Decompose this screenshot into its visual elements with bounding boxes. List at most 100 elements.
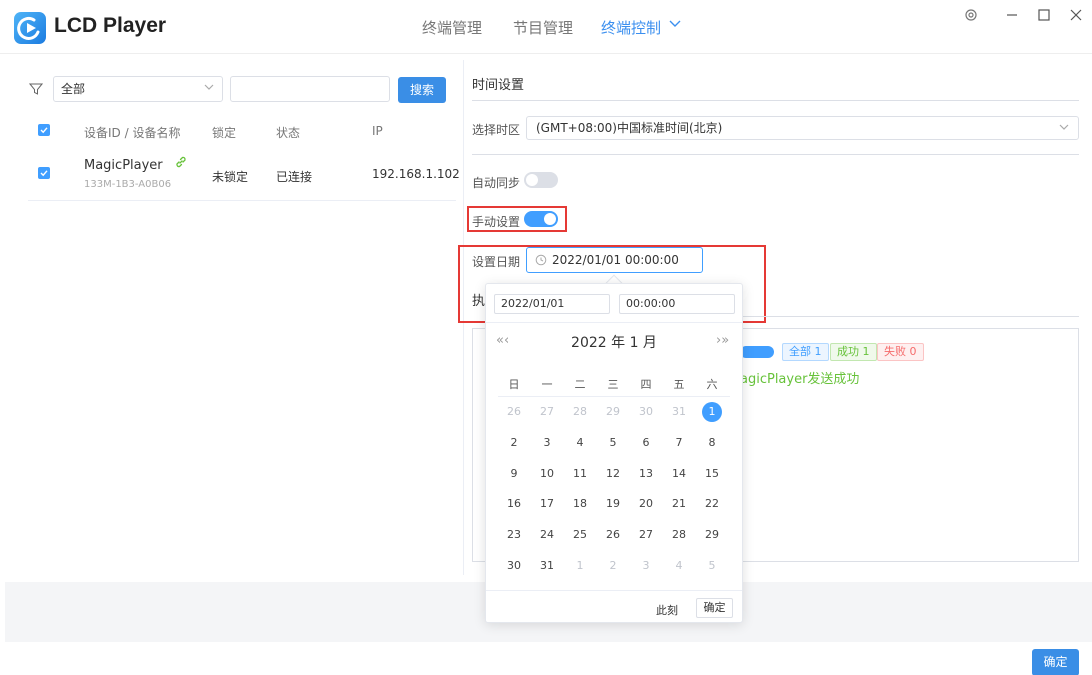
nav-program-management[interactable]: 节目管理 <box>513 17 573 38</box>
tag-all[interactable]: 全部 1 <box>782 343 829 361</box>
weekday-label: 三 <box>607 378 619 391</box>
settings-icon[interactable] <box>962 6 980 24</box>
app-logo-icon <box>14 12 46 44</box>
day-cell[interactable]: 28 <box>564 402 596 422</box>
day-cell[interactable]: 16 <box>498 494 530 514</box>
maximize-icon[interactable] <box>1035 6 1053 24</box>
weekday-label: 一 <box>541 378 553 391</box>
weekday-label: 五 <box>673 378 685 391</box>
search-input[interactable] <box>230 76 390 102</box>
day-cell[interactable]: 4 <box>663 556 695 576</box>
filter-select[interactable]: 全部 <box>53 76 223 102</box>
day-cell[interactable]: 8 <box>696 433 728 453</box>
column-header-ip[interactable]: IP <box>372 124 383 138</box>
day-cell[interactable]: 5 <box>597 433 629 453</box>
section-divider <box>472 100 1079 101</box>
day-cell[interactable]: 9 <box>498 464 530 484</box>
weekday-label: 二 <box>574 378 586 391</box>
next-year-month-button[interactable]: ›» <box>716 333 729 348</box>
day-cell[interactable]: 31 <box>663 402 695 422</box>
date-picker-popup: 2022/01/01 00:00:00 «‹ 2022 年 1 月 ›» 日一二… <box>485 283 743 623</box>
minimize-icon[interactable] <box>1003 6 1021 24</box>
day-cell[interactable]: 3 <box>531 433 563 453</box>
timezone-label: 选择时区 <box>472 123 521 137</box>
section-title: 时间设置 <box>472 78 525 93</box>
device-name: MagicPlayer <box>84 158 163 173</box>
device-id: 133M-1B3-A0B06 <box>84 179 172 190</box>
day-cell[interactable]: 10 <box>531 464 563 484</box>
picker-divider <box>486 322 742 323</box>
day-cell[interactable]: 1 <box>564 556 596 576</box>
day-cell[interactable]: 21 <box>663 494 695 514</box>
day-cell[interactable]: 26 <box>597 525 629 545</box>
day-cell[interactable]: 5 <box>696 556 728 576</box>
close-icon[interactable] <box>1067 6 1085 24</box>
day-cell[interactable]: 30 <box>630 402 662 422</box>
column-header-device[interactable]: 设备ID / 设备名称 <box>84 124 180 141</box>
day-cell[interactable]: 15 <box>696 464 728 484</box>
date-time-input[interactable]: 2022/01/01 00:00:00 <box>526 247 703 273</box>
day-cell[interactable]: 24 <box>531 525 563 545</box>
picker-date-input[interactable]: 2022/01/01 <box>494 294 610 314</box>
app-header: LCD Player 终端管理 节目管理 终端控制 <box>0 0 1092 54</box>
column-header-lock[interactable]: 锁定 <box>212 124 236 141</box>
auto-sync-toggle[interactable] <box>524 172 558 188</box>
picker-time-input[interactable]: 00:00:00 <box>619 294 735 314</box>
tag-fail[interactable]: 失败 0 <box>877 343 924 361</box>
day-cell[interactable]: 28 <box>663 525 695 545</box>
execution-label: 执 <box>472 294 486 309</box>
filter-icon <box>29 83 43 95</box>
day-cell[interactable]: 23 <box>498 525 530 545</box>
row-checkbox[interactable] <box>38 167 50 179</box>
timezone-select[interactable]: (GMT+08:00)中国标准时间(北京) <box>526 116 1079 140</box>
day-cell[interactable]: 27 <box>630 525 662 545</box>
progress-bar <box>740 346 774 358</box>
search-button[interactable]: 搜索 <box>398 77 446 103</box>
filter-select-value: 全部 <box>61 82 86 96</box>
day-cell[interactable]: 12 <box>597 464 629 484</box>
day-cell[interactable]: 31 <box>531 556 563 576</box>
day-cell[interactable]: 2 <box>498 433 530 453</box>
day-cell[interactable]: 29 <box>696 525 728 545</box>
confirm-button[interactable]: 确定 <box>1032 649 1079 675</box>
day-cell[interactable]: 13 <box>630 464 662 484</box>
nav-terminal-control[interactable]: 终端控制 <box>601 17 661 38</box>
nav-terminal-management[interactable]: 终端管理 <box>422 17 482 38</box>
day-cell[interactable]: 2 <box>597 556 629 576</box>
picker-footer-divider <box>486 590 742 591</box>
day-cell[interactable]: 6 <box>630 433 662 453</box>
device-status: 已连接 <box>276 170 313 184</box>
chevron-down-icon[interactable] <box>669 20 681 28</box>
day-cell[interactable]: 25 <box>564 525 596 545</box>
day-cell[interactable]: 26 <box>498 402 530 422</box>
selected-day-cell[interactable]: 1 <box>696 402 728 422</box>
chevron-down-icon <box>204 84 214 90</box>
device-ip: 192.168.1.102 <box>372 167 460 181</box>
day-cell[interactable]: 29 <box>597 402 629 422</box>
column-header-status[interactable]: 状态 <box>276 124 300 141</box>
weekday-label: 四 <box>640 378 652 391</box>
select-all-checkbox[interactable] <box>38 124 50 136</box>
day-cell[interactable]: 3 <box>630 556 662 576</box>
day-cell[interactable]: 27 <box>531 402 563 422</box>
row-divider <box>28 200 456 201</box>
link-icon[interactable] <box>174 155 188 169</box>
now-button[interactable]: 此刻 <box>656 602 678 618</box>
manual-setting-toggle[interactable] <box>524 211 558 227</box>
day-cell[interactable]: 17 <box>531 494 563 514</box>
day-cell[interactable]: 4 <box>564 433 596 453</box>
day-cell[interactable]: 30 <box>498 556 530 576</box>
picker-confirm-button[interactable]: 确定 <box>696 598 733 618</box>
day-cell[interactable]: 14 <box>663 464 695 484</box>
tag-success[interactable]: 成功 1 <box>830 343 877 361</box>
day-cell[interactable]: 22 <box>696 494 728 514</box>
day-cell[interactable]: 7 <box>663 433 695 453</box>
timezone-value: (GMT+08:00)中国标准时间(北京) <box>536 121 723 135</box>
day-cell[interactable]: 11 <box>564 464 596 484</box>
weekday-divider <box>498 396 730 397</box>
day-cell[interactable]: 19 <box>597 494 629 514</box>
day-cell[interactable]: 20 <box>630 494 662 514</box>
chevron-down-icon <box>1059 124 1069 130</box>
day-cell[interactable]: 18 <box>564 494 596 514</box>
picker-month-title[interactable]: 2022 年 1 月 <box>486 332 742 352</box>
